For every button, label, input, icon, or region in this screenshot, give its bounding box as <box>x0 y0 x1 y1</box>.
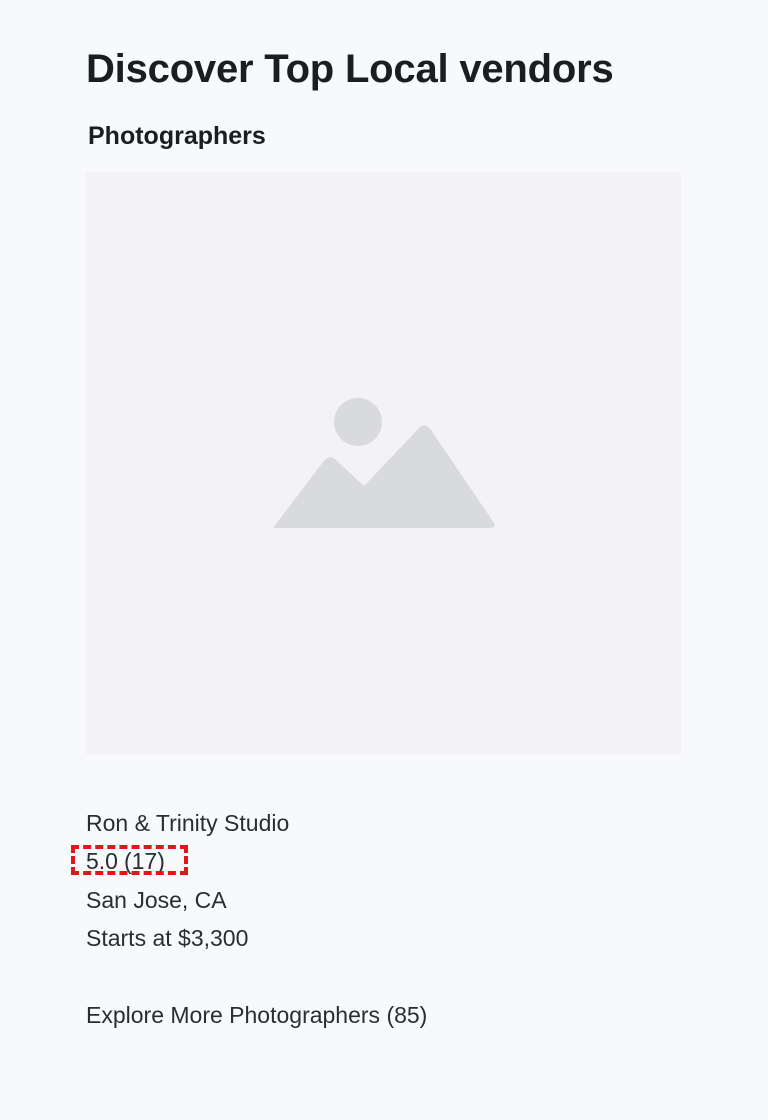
vendor-price: Starts at $3,300 <box>86 925 249 951</box>
vendor-card[interactable] <box>86 172 681 754</box>
vendor-image[interactable] <box>86 172 681 754</box>
vendor-location: San Jose, CA <box>86 887 227 913</box>
explore-more-link[interactable]: Explore More Photographers (85) <box>86 1000 427 1030</box>
section-title: Photographers <box>88 122 266 150</box>
vendor-name[interactable]: Ron & Trinity Studio <box>86 808 289 838</box>
vendor-rating: 5.0 (17) <box>86 846 165 876</box>
rating-score: 5.0 <box>86 848 118 874</box>
image-placeholder-icon <box>272 398 495 528</box>
review-count: (17) <box>123 848 165 874</box>
page-title: Discover Top Local vendors <box>86 47 614 91</box>
